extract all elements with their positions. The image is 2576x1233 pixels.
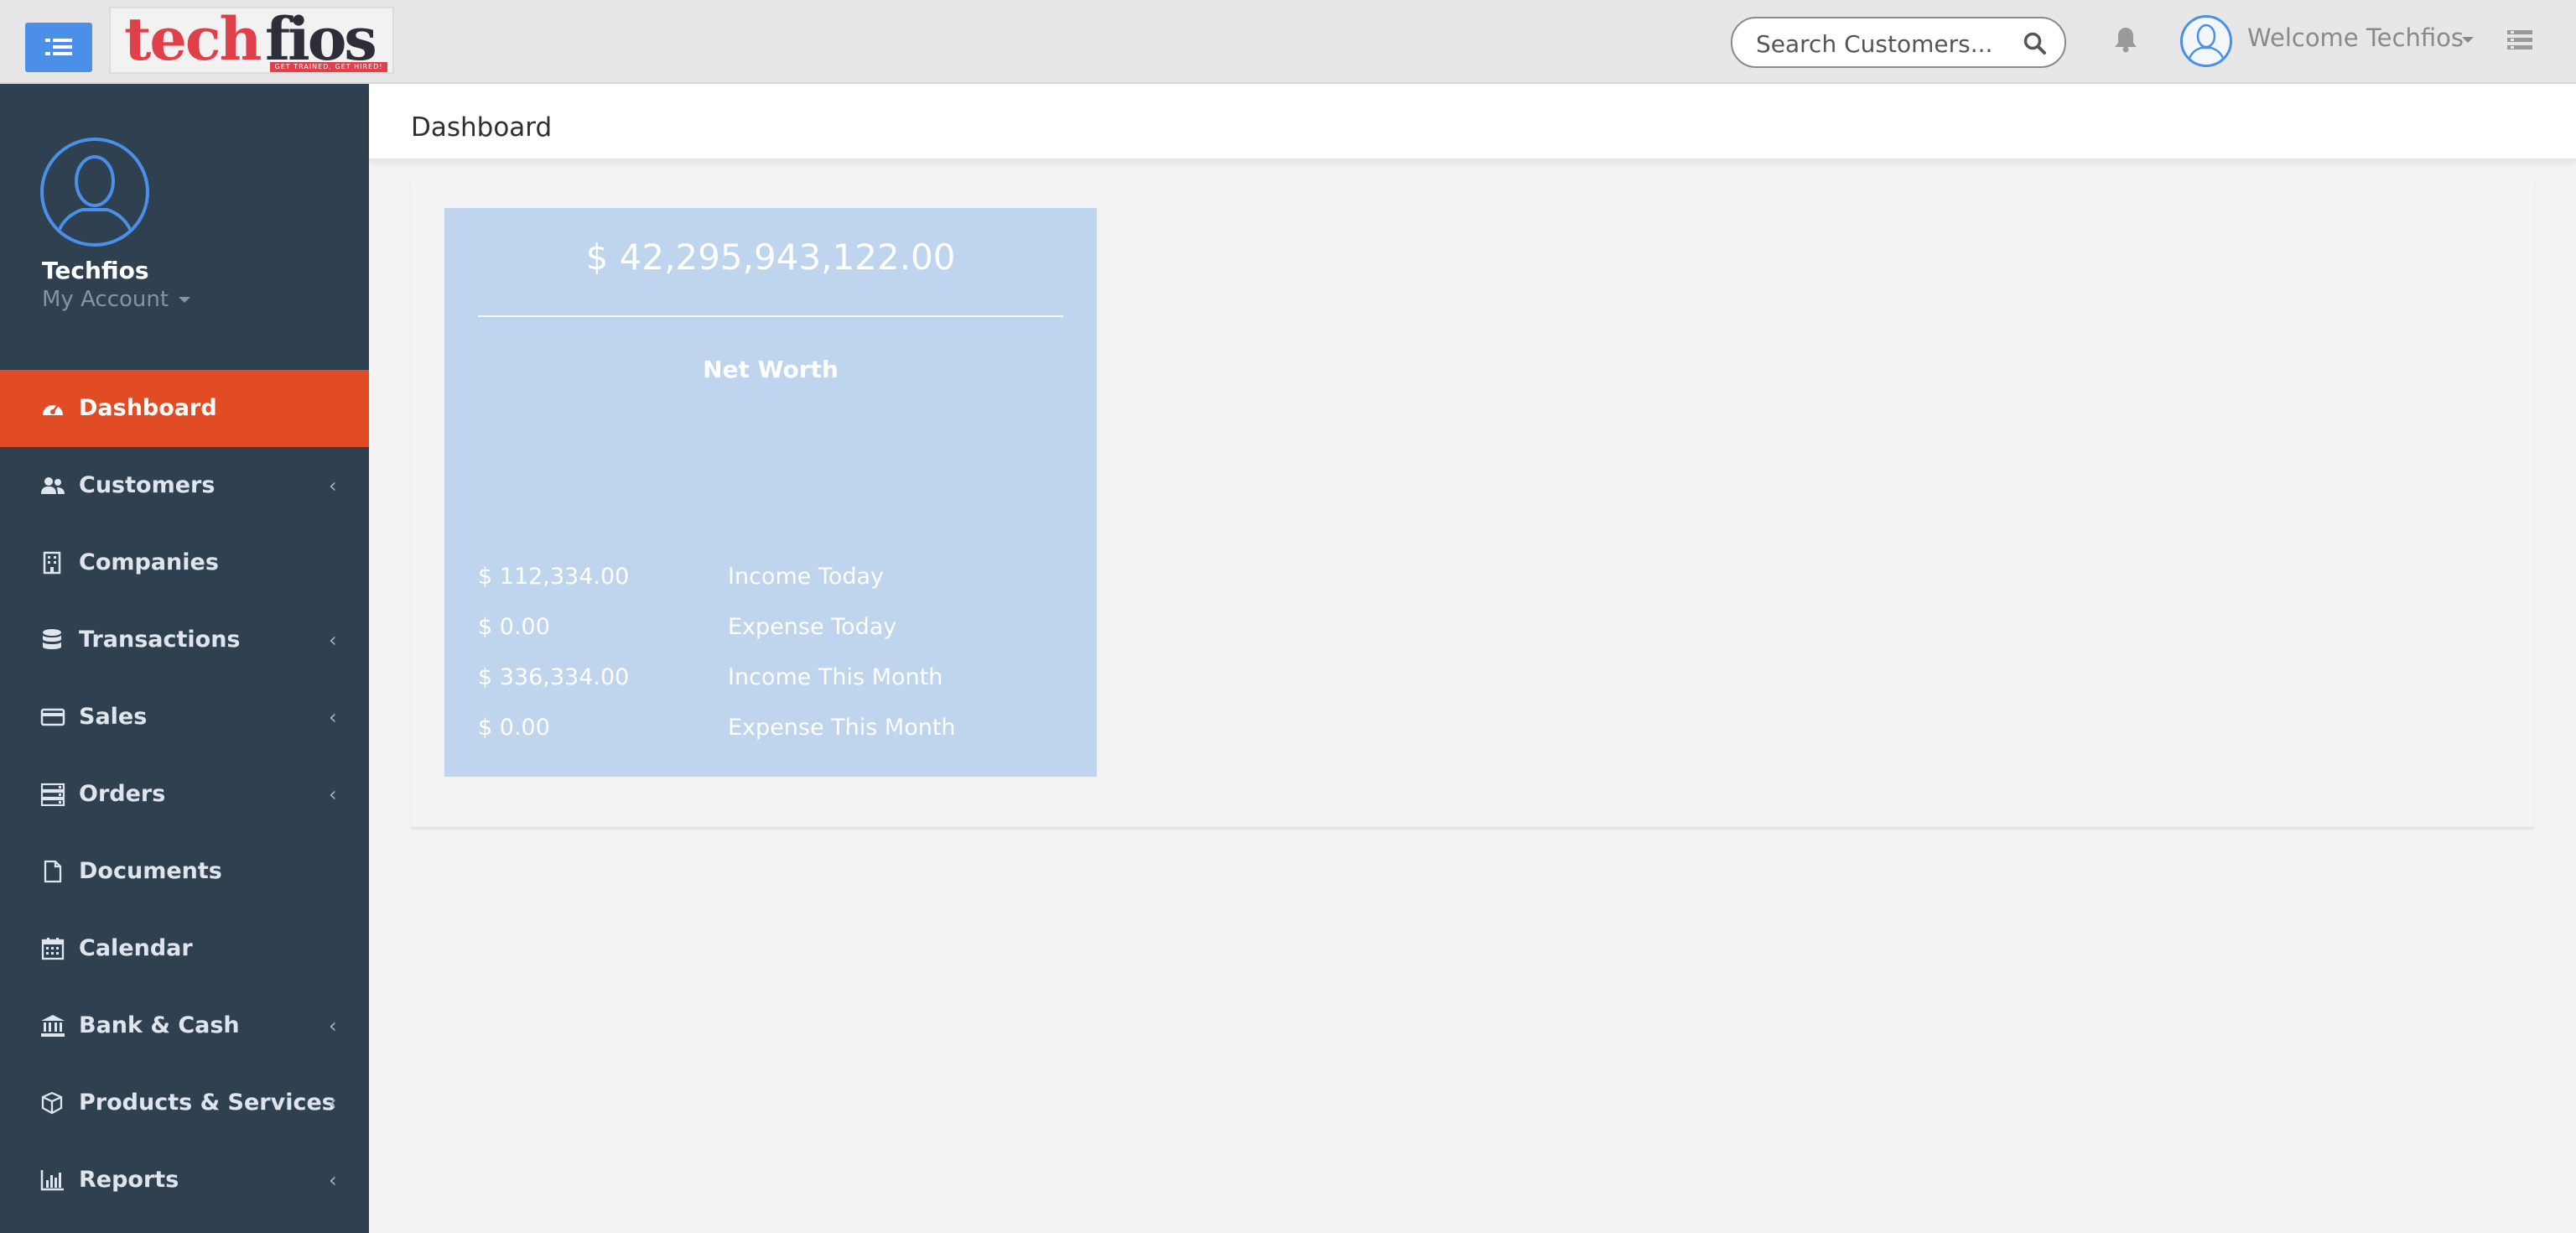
credit-card-icon bbox=[40, 708, 65, 726]
sidebar-item-label: Orders bbox=[79, 781, 166, 807]
my-account-dropdown[interactable]: My Account bbox=[42, 287, 191, 312]
summary-row-income-today: $ 112,334.00 Income Today bbox=[478, 564, 1063, 597]
chevron-left-icon: ‹ bbox=[329, 628, 337, 652]
chevron-left-icon: ‹ bbox=[329, 1014, 337, 1038]
sidebar-item-label: Customers bbox=[79, 472, 216, 498]
file-icon bbox=[44, 860, 62, 883]
dashboard-icon bbox=[43, 404, 63, 415]
sidebar-item-calendar[interactable]: Calendar bbox=[0, 910, 369, 987]
sidebar-item-label: Reports bbox=[79, 1167, 179, 1193]
summary-value: $ 336,334.00 bbox=[478, 664, 630, 690]
logo-text-tech: tech bbox=[124, 7, 262, 74]
sidebar-item-label: Transactions bbox=[79, 627, 241, 653]
sidebar-item-label: Documents bbox=[79, 858, 222, 884]
sidebar-item-products-services[interactable]: Products & Services ‹ bbox=[0, 1064, 369, 1142]
summary-value: $ 0.00 bbox=[478, 614, 550, 640]
user-silhouette-icon bbox=[2186, 23, 2226, 65]
summary-label: Income Today bbox=[728, 564, 885, 590]
logo-tagline: GET TRAINED, GET HIRED! bbox=[270, 62, 387, 72]
sidebar-item-documents[interactable]: Documents bbox=[0, 833, 369, 910]
sidebar-item-transactions[interactable]: Transactions ‹ bbox=[0, 601, 369, 679]
welcome-user-dropdown[interactable]: Welcome Techfios bbox=[2247, 23, 2464, 52]
bar-chart-icon bbox=[40, 1170, 64, 1191]
chevron-left-icon: ‹ bbox=[329, 1168, 337, 1192]
chevron-down-icon bbox=[2462, 37, 2474, 43]
cube-icon bbox=[41, 1091, 63, 1115]
profile-name: Techfios bbox=[42, 257, 149, 284]
summary-value: $ 112,334.00 bbox=[478, 564, 630, 590]
divider bbox=[478, 315, 1063, 317]
my-account-label: My Account bbox=[42, 287, 169, 312]
calendar-icon bbox=[41, 938, 65, 960]
summary-row-expense-today: $ 0.00 Expense Today bbox=[478, 614, 1063, 648]
net-worth-widget: $ 42,295,943,122.00 Net Worth $ 112,334.… bbox=[444, 208, 1097, 777]
sidebar-item-dashboard[interactable]: Dashboard bbox=[0, 370, 369, 447]
summary-row-expense-month: $ 0.00 Expense This Month bbox=[478, 715, 1063, 748]
building-icon bbox=[43, 551, 61, 575]
sidebar-toggle-button[interactable] bbox=[25, 23, 92, 72]
database-icon bbox=[43, 629, 61, 649]
menu-icon bbox=[45, 39, 72, 55]
sidebar-item-label: Dashboard bbox=[79, 395, 217, 421]
sidebar-item-label: Companies bbox=[79, 549, 219, 575]
user-avatar[interactable] bbox=[2180, 15, 2232, 67]
summary-label: Income This Month bbox=[728, 664, 943, 690]
top-navbar: tech fios GET TRAINED, GET HIRED! Welcom… bbox=[0, 0, 2576, 84]
sidebar-item-customers[interactable]: Customers ‹ bbox=[0, 447, 369, 524]
net-worth-amount: $ 42,295,943,122.00 bbox=[585, 237, 956, 278]
page-title: Dashboard bbox=[411, 112, 553, 143]
right-sidebar-toggle-icon[interactable] bbox=[2507, 29, 2532, 52]
dashboard-panel-secondary bbox=[411, 869, 2534, 1233]
bank-icon bbox=[41, 1015, 65, 1037]
summary-value: $ 0.00 bbox=[478, 715, 550, 741]
chevron-left-icon: ‹ bbox=[329, 1091, 337, 1115]
search-input[interactable] bbox=[1756, 29, 2016, 59]
sidebar: Techfios My Account Dashboard Customers … bbox=[0, 84, 369, 1233]
customer-search-box bbox=[1731, 17, 2066, 68]
search-icon[interactable] bbox=[2023, 31, 2048, 56]
sidebar-item-reports[interactable]: Reports ‹ bbox=[0, 1142, 369, 1219]
sidebar-item-companies[interactable]: Companies bbox=[0, 524, 369, 601]
users-icon bbox=[41, 477, 65, 494]
sidebar-item-sales[interactable]: Sales ‹ bbox=[0, 679, 369, 756]
sidebar-item-label: Sales bbox=[79, 704, 148, 730]
logo-text-fios: fios bbox=[265, 7, 377, 74]
summary-label: Expense Today bbox=[728, 614, 897, 640]
notification-bell-icon[interactable] bbox=[2113, 25, 2138, 54]
page-header: Dashboard bbox=[369, 84, 2576, 161]
sidebar-nav: Dashboard Customers ‹ Companies Transact… bbox=[0, 370, 369, 1219]
user-silhouette-icon bbox=[54, 155, 136, 243]
summary-row-income-month: $ 336,334.00 Income This Month bbox=[478, 664, 1063, 698]
server-icon bbox=[40, 783, 65, 806]
chevron-left-icon: ‹ bbox=[329, 474, 337, 497]
summary-label: Expense This Month bbox=[728, 715, 956, 741]
chevron-down-icon bbox=[179, 297, 191, 303]
chevron-left-icon: ‹ bbox=[329, 783, 337, 806]
techfios-logo[interactable]: tech fios GET TRAINED, GET HIRED! bbox=[109, 7, 394, 74]
sidebar-item-label: Bank & Cash bbox=[79, 1012, 240, 1038]
net-worth-label: Net Worth bbox=[703, 356, 839, 383]
sidebar-item-label: Products & Services bbox=[79, 1090, 335, 1116]
chevron-left-icon: ‹ bbox=[329, 705, 337, 729]
profile-avatar[interactable] bbox=[40, 138, 149, 247]
sidebar-item-label: Calendar bbox=[79, 935, 193, 961]
sidebar-item-bank-cash[interactable]: Bank & Cash ‹ bbox=[0, 987, 369, 1064]
sidebar-item-orders[interactable]: Orders ‹ bbox=[0, 756, 369, 833]
